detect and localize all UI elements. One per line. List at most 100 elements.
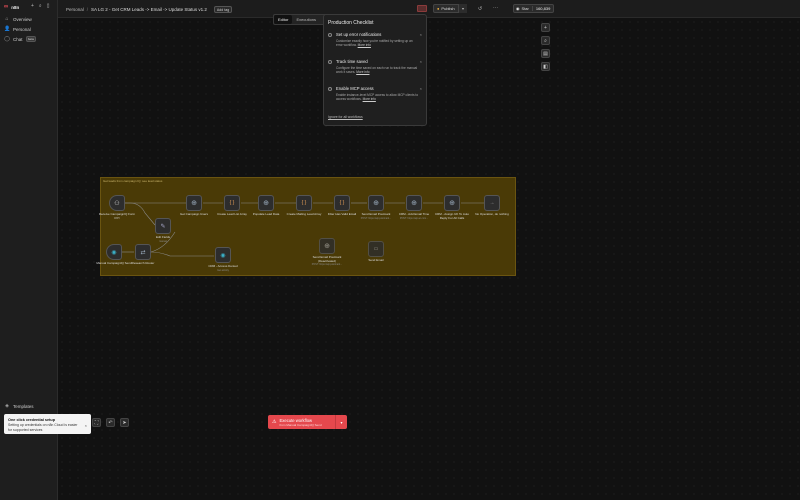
email-icon: ▭	[373, 246, 379, 252]
node-label: CRM - Access Denied Get activity	[203, 264, 243, 272]
checklist-desc-text: Configure the time saved on each run to …	[336, 66, 418, 74]
node-label-text: Filter Has Valid Email	[327, 212, 357, 216]
node-label: Send Email	[356, 258, 396, 263]
globe-icon: ⊕	[449, 200, 455, 207]
undo-icon[interactable]: ↶	[106, 418, 115, 427]
node-receive-form[interactable]: ⚇	[109, 195, 125, 211]
node-crm-assign-uk[interactable]: ⊕	[444, 195, 460, 211]
logo[interactable]: ∞ n8n	[4, 3, 19, 11]
node-populate-lead-data[interactable]: ⊕	[258, 195, 274, 211]
node-label-text: CRM - Access Denied	[208, 264, 238, 268]
add-node-icon[interactable]: +	[541, 23, 550, 32]
sidebar-item-overview[interactable]: ⌂ Overview	[4, 16, 31, 22]
sidebar-item-templates[interactable]: ◈ Templates	[4, 403, 34, 409]
node-create-lead-list[interactable]: { }	[224, 195, 240, 211]
node-manual-send[interactable]: ◉	[106, 244, 122, 260]
sidebar-item-personal[interactable]: 👤 Personal	[4, 26, 31, 32]
checkbox-icon[interactable]	[328, 33, 332, 37]
code-icon: { }	[229, 200, 235, 206]
sidebar-item-chat[interactable]: ◯ Chat beta	[4, 36, 37, 42]
breadcrumb-project[interactable]: Personal	[66, 7, 84, 12]
sidebar-item-label: Templates	[13, 403, 34, 409]
checkbox-icon[interactable]	[328, 87, 332, 91]
search-nodes-icon[interactable]: ⌕	[541, 36, 550, 45]
app-name: n8n	[11, 4, 20, 10]
tab-editor[interactable]: Editor	[274, 15, 293, 24]
plus-icon[interactable]: +	[31, 3, 34, 9]
more-info-link[interactable]: More info	[363, 97, 376, 101]
node-label-text: Research Router	[131, 261, 155, 265]
templates-icon: ◈	[5, 403, 9, 409]
pointer-icon[interactable]: ➤	[120, 418, 129, 427]
checklist-item-name: Track time saved	[336, 59, 368, 64]
github-star-button[interactable]: ◉ Star 160,839	[513, 4, 555, 13]
dismiss-icon[interactable]: ×	[420, 32, 422, 37]
tab-executions[interactable]: Executions	[292, 15, 320, 24]
node-sublabel: POST: https://api.postmark...	[311, 263, 343, 266]
node-get-campaign-users[interactable]: ⊕	[186, 195, 202, 211]
node-crm-add-email-time[interactable]: ⊕	[406, 195, 422, 211]
checklist-desc-text: Enable instance-level MCP access to allo…	[336, 93, 419, 101]
node-label-text: Send Email Postmark	[361, 212, 391, 216]
node-label-text: CRM - Assign UK To Auto Reply For All Ca…	[434, 212, 470, 220]
node-send-email-postmark[interactable]: ⊕	[368, 195, 384, 211]
node-edit-fields[interactable]: ✎	[155, 218, 171, 234]
publish-options-button[interactable]: ▾	[458, 4, 467, 13]
node-research-router[interactable]: ⇄	[135, 244, 151, 260]
app-window: ∞ n8n + ⌕ ▯ ⌂ Overview 👤 Personal ◯ Chat…	[0, 0, 800, 500]
ignore-all-link[interactable]: Ignore for all workflows	[328, 115, 363, 119]
checkbox-icon[interactable]	[328, 60, 332, 64]
node-crm-access-denied[interactable]: ◉	[215, 247, 231, 263]
user-icon: 👤	[4, 26, 11, 32]
history-icon[interactable]: ↺	[478, 6, 482, 12]
sticky-note-icon[interactable]: ▤	[541, 49, 550, 58]
search-icon[interactable]: ⌕	[39, 3, 42, 9]
node-filter-valid-email[interactable]: { }	[334, 195, 350, 211]
node-label: No Operation, do nothing	[472, 212, 512, 217]
node-label: Get Campaign Users	[174, 212, 214, 217]
collapse-sidebar-icon[interactable]: ▯	[47, 3, 50, 9]
node-send-email[interactable]: ▭	[368, 241, 384, 257]
node-label-text: Get Campaign Users	[179, 212, 208, 216]
toast-title: One click credential setup	[8, 418, 56, 422]
more-options-icon[interactable]: ···	[493, 5, 498, 11]
add-tag-button[interactable]: Add tag	[213, 6, 233, 13]
panel-icon[interactable]: ◧	[541, 62, 550, 71]
sidebar-item-label: Personal	[13, 26, 31, 32]
node-label-text: Create Lead List Array	[217, 212, 247, 216]
node-label: Populate Lead Data	[246, 212, 286, 217]
globe-icon: ⊕	[324, 243, 330, 250]
zoom-fit-icon[interactable]: ⛶	[92, 418, 101, 427]
canvas-controls: ⛶ ↶ ➤	[92, 418, 129, 427]
checklist-item-desc: Enable instance-level MCP access to allo…	[336, 93, 420, 101]
node-icon: ◉	[111, 249, 117, 256]
node-label-text: Send Email Postmark (Deactivated)	[312, 255, 342, 263]
globe-icon: ⊕	[373, 200, 379, 207]
save-status-indicator[interactable]	[417, 5, 427, 12]
chat-icon: ◯	[4, 36, 10, 42]
header: Personal / SA LG 2 - Get CRM Leads -> Em…	[58, 0, 800, 18]
github-icon: ◉	[516, 6, 520, 11]
dismiss-icon[interactable]: ×	[420, 86, 422, 91]
node-no-operation[interactable]: →	[484, 195, 500, 211]
more-info-link[interactable]: More info	[356, 70, 369, 74]
node-label: CRM - Add Email Time POST: https://api.ac…	[394, 212, 434, 220]
breadcrumb: Personal / SA LG 2 - Get CRM Leads -> Em…	[66, 6, 233, 13]
node-label-text: No Operation, do nothing	[475, 212, 509, 216]
globe-icon: ⊕	[411, 200, 417, 207]
execute-workflow-button[interactable]: ⚠ Execute workflow from Manual CampaignI…	[268, 415, 347, 429]
node-label-text: Edit Fields	[155, 235, 170, 239]
checklist-item-desc: Configure the time saved on each run to …	[336, 66, 420, 74]
execute-options-icon[interactable]: ▾	[335, 415, 347, 429]
workflow-title[interactable]: SA LG 2 - Get CRM Leads -> Email -> Upda…	[91, 7, 207, 12]
node-sublabel: manual	[159, 239, 167, 243]
node-send-email-postmark-deactivated[interactable]: ⊕	[319, 238, 335, 254]
n8n-logo-icon: ∞	[4, 4, 9, 10]
more-info-link[interactable]: More info	[358, 43, 371, 47]
dismiss-icon[interactable]: ×	[420, 59, 422, 64]
node-create-mailing-array[interactable]: { }	[296, 195, 312, 211]
arrow-icon: →	[489, 200, 495, 206]
node-label: Research Router	[123, 261, 163, 266]
close-icon[interactable]: ×	[85, 423, 87, 428]
node-label: Send Email Postmark (Deactivated) POST: h…	[307, 255, 347, 267]
